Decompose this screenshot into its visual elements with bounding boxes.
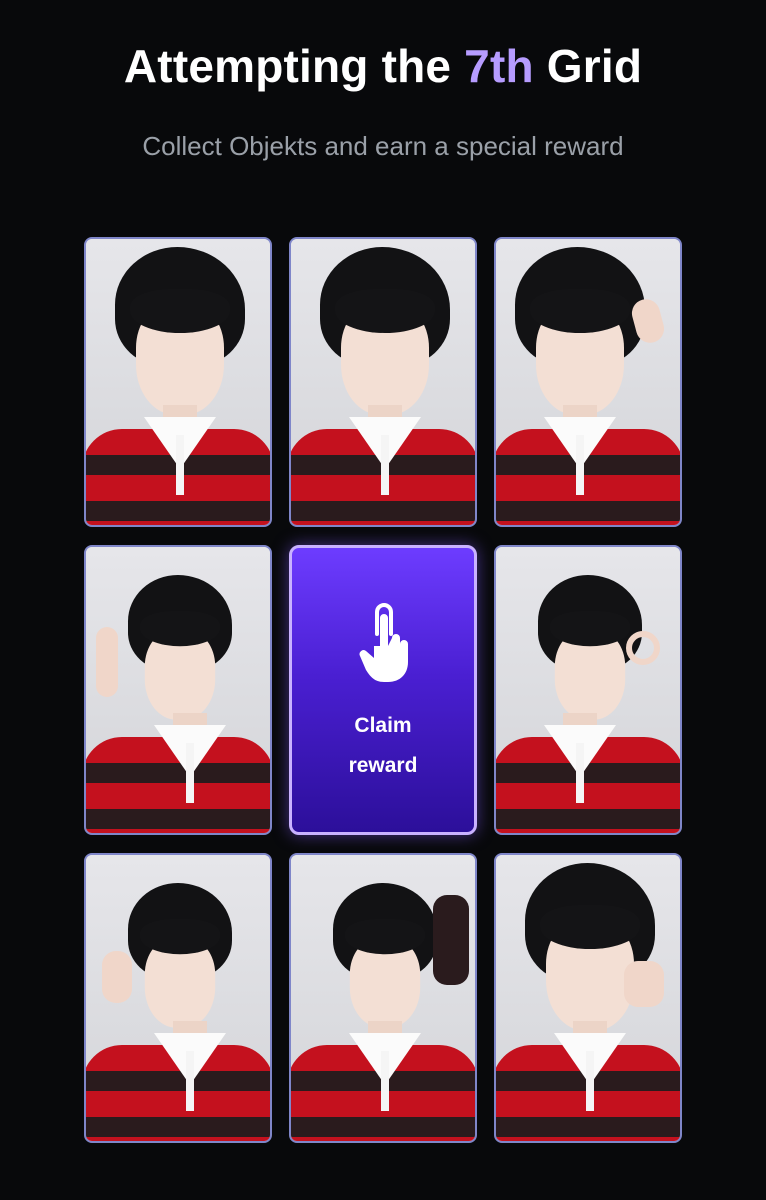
objekt-photo [496, 547, 680, 833]
objekt-card-8[interactable] [289, 853, 477, 1143]
objekt-card-6[interactable] [494, 545, 682, 835]
objekt-photo [86, 855, 270, 1141]
objekt-card-4[interactable] [84, 545, 272, 835]
objekt-photo [496, 855, 680, 1141]
claim-reward-label: Claim reward [292, 706, 474, 786]
claim-reward-button[interactable]: Claim reward [289, 545, 477, 835]
objekt-photo [291, 855, 475, 1141]
page-title: Attempting the 7th Grid [0, 38, 766, 94]
claim-reward-line1: Claim [354, 714, 412, 737]
title-suffix: Grid [533, 40, 643, 92]
objekt-card-9[interactable] [494, 853, 682, 1143]
claim-reward-line2: reward [348, 754, 418, 777]
objekt-grid: Claim reward [84, 237, 682, 1143]
objekt-photo [496, 239, 680, 525]
objekt-card-2[interactable] [289, 237, 477, 527]
objekt-photo [86, 547, 270, 833]
objekt-photo [291, 239, 475, 525]
title-prefix: Attempting the [123, 40, 465, 92]
objekt-card-1[interactable] [84, 237, 272, 527]
title-accent: 7th [464, 40, 534, 92]
objekt-card-3[interactable] [494, 237, 682, 527]
objekt-photo [86, 239, 270, 525]
tap-hand-icon [359, 603, 408, 682]
page-subtitle: Collect Objekts and earn a special rewar… [142, 131, 624, 161]
objekt-card-7[interactable] [84, 853, 272, 1143]
